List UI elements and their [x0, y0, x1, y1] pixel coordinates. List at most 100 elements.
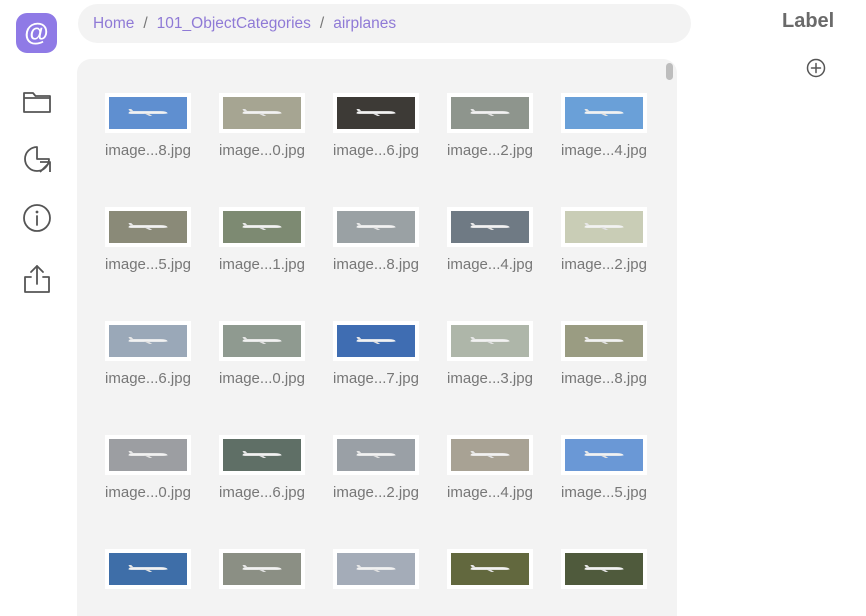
- image-thumbnail-item[interactable]: image...0.jpg: [205, 314, 319, 388]
- info-button[interactable]: [19, 200, 55, 236]
- image-thumbnail-item[interactable]: image...0.jpg: [205, 86, 319, 160]
- gallery-scrollbar[interactable]: [666, 63, 673, 603]
- thumbnail-image: [565, 553, 643, 586]
- thumbnail-filename: image...5.jpg: [105, 256, 191, 273]
- image-thumbnail-item[interactable]: image...6.jpg: [91, 314, 205, 388]
- image-thumbnail-item[interactable]: [547, 542, 661, 616]
- image-thumbnail-item[interactable]: image...6.jpg: [319, 86, 433, 160]
- image-thumbnail-item[interactable]: [319, 542, 433, 616]
- image-thumbnail-item[interactable]: image...2.jpg: [319, 428, 433, 502]
- image-thumbnail-item[interactable]: image...4.jpg: [547, 86, 661, 160]
- add-label-button[interactable]: [805, 57, 827, 79]
- breadcrumb-current[interactable]: airplanes: [333, 15, 396, 33]
- thumbnail-grid: image...8.jpg image...0.jpg image...6.jpg i…: [91, 86, 661, 616]
- thumbnail-frame: [91, 428, 205, 482]
- thumbnail-frame: [547, 542, 661, 596]
- app-logo[interactable]: @: [16, 13, 57, 53]
- image-thumbnail-item[interactable]: image...1.jpg: [205, 200, 319, 274]
- image-thumbnail-item[interactable]: image...5.jpg: [547, 428, 661, 502]
- thumbnail-frame: [319, 542, 433, 596]
- breadcrumb-home[interactable]: Home: [93, 15, 134, 33]
- airplane-icon: [356, 564, 396, 572]
- thumbnail-frame: [319, 200, 433, 254]
- image-thumbnail-item[interactable]: image...7.jpg: [319, 314, 433, 388]
- thumbnail-frame: [547, 314, 661, 368]
- image-thumbnail-item[interactable]: image...8.jpg: [91, 86, 205, 160]
- thumbnail-filename: image...8.jpg: [561, 370, 647, 387]
- thumbnail-filename: image...8.jpg: [105, 142, 191, 159]
- thumbnail-filename: image...4.jpg: [447, 484, 533, 501]
- thumbnail-frame: [319, 428, 433, 482]
- airplane-icon: [356, 450, 396, 458]
- image-thumbnail-item[interactable]: image...2.jpg: [547, 200, 661, 274]
- pie-chart-icon: [24, 146, 51, 173]
- airplane-icon: [584, 336, 624, 344]
- breadcrumb-folder[interactable]: 101_ObjectCategories: [157, 15, 311, 33]
- info-icon: [23, 204, 51, 232]
- image-thumbnail-item[interactable]: image...8.jpg: [319, 200, 433, 274]
- image-thumbnail-item[interactable]: image...4.jpg: [433, 428, 547, 502]
- thumbnail-filename: image...2.jpg: [447, 142, 533, 159]
- airplane-icon: [128, 336, 168, 344]
- thumbnail-filename: image...6.jpg: [333, 142, 419, 159]
- airplane-icon: [584, 450, 624, 458]
- thumbnail-image: [451, 211, 529, 243]
- airplane-icon: [470, 450, 510, 458]
- thumbnail-filename: image...7.jpg: [333, 370, 419, 387]
- image-thumbnail-item[interactable]: image...2.jpg: [433, 86, 547, 160]
- thumbnail-filename: image...0.jpg: [105, 484, 191, 501]
- thumbnail-frame: [433, 200, 547, 254]
- thumbnail-frame: [433, 428, 547, 482]
- image-thumbnail-item[interactable]: [91, 542, 205, 616]
- thumbnail-image: [337, 553, 415, 586]
- thumbnail-image: [223, 97, 301, 129]
- thumbnail-image: [337, 211, 415, 243]
- thumbnail-frame: [205, 542, 319, 596]
- image-thumbnail-item[interactable]: image...0.jpg: [91, 428, 205, 502]
- thumbnail-filename: image...6.jpg: [219, 484, 305, 501]
- thumbnail-filename: image...4.jpg: [447, 256, 533, 273]
- thumbnail-frame: [91, 86, 205, 140]
- airplane-icon: [128, 222, 168, 230]
- image-thumbnail-item[interactable]: image...6.jpg: [205, 428, 319, 502]
- image-thumbnail-item[interactable]: image...8.jpg: [547, 314, 661, 388]
- thumbnail-frame: [205, 314, 319, 368]
- image-thumbnail-item[interactable]: [433, 542, 547, 616]
- scrollbar-thumb[interactable]: [666, 63, 673, 80]
- export-button[interactable]: [19, 261, 55, 297]
- chart-button[interactable]: [19, 141, 55, 177]
- image-gallery[interactable]: image...8.jpg image...0.jpg image...6.jpg i…: [77, 59, 677, 616]
- thumbnail-image: [337, 325, 415, 357]
- airplane-icon: [584, 108, 624, 116]
- thumbnail-frame: [433, 86, 547, 140]
- image-thumbnail-item[interactable]: image...3.jpg: [433, 314, 547, 388]
- thumbnail-image: [565, 97, 643, 129]
- airplane-icon: [242, 450, 282, 458]
- airplane-icon: [128, 564, 168, 572]
- thumbnail-image: [109, 439, 187, 471]
- image-thumbnail-item[interactable]: image...4.jpg: [433, 200, 547, 274]
- thumbnail-image: [565, 439, 643, 471]
- image-thumbnail-item[interactable]: image...5.jpg: [91, 200, 205, 274]
- thumbnail-filename: image...8.jpg: [333, 256, 419, 273]
- breadcrumb-separator: /: [319, 14, 325, 32]
- thumbnail-image: [451, 97, 529, 129]
- breadcrumb-separator: /: [143, 14, 148, 32]
- thumbnail-filename: image...0.jpg: [219, 370, 305, 387]
- left-sidebar: @: [0, 0, 74, 616]
- image-thumbnail-item[interactable]: [205, 542, 319, 616]
- share-export-icon: [24, 265, 50, 293]
- airplane-icon: [242, 222, 282, 230]
- folder-button[interactable]: [19, 83, 55, 119]
- airplane-icon: [128, 108, 168, 116]
- thumbnail-frame: [91, 542, 205, 596]
- thumbnail-frame: [547, 200, 661, 254]
- thumbnail-image: [451, 325, 529, 357]
- thumbnail-frame: [319, 314, 433, 368]
- thumbnail-image: [109, 97, 187, 129]
- thumbnail-filename: image...4.jpg: [561, 142, 647, 159]
- breadcrumb: Home / 101_ObjectCategories / airplanes: [78, 4, 691, 43]
- airplane-icon: [470, 108, 510, 116]
- thumbnail-frame: [91, 200, 205, 254]
- thumbnail-frame: [433, 314, 547, 368]
